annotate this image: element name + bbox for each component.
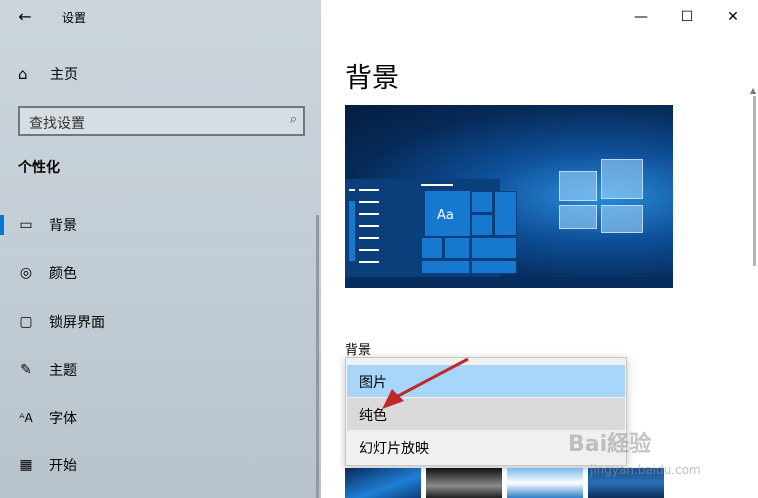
windows-logo-pane xyxy=(559,205,597,229)
search-input[interactable]: 查找设置 ⌕ xyxy=(18,106,305,136)
preview-menu-line xyxy=(359,201,379,203)
preview-menu-line xyxy=(359,237,379,239)
font-icon: ᴬA xyxy=(19,411,33,425)
sidebar-scrollbar[interactable] xyxy=(316,215,319,498)
watermark-logo: Bai経验 xyxy=(568,432,652,457)
sidebar-item-label: 开始 xyxy=(49,458,77,474)
home-icon: ⌂ xyxy=(18,65,28,83)
sidebar-item-label: 锁屏界面 xyxy=(49,315,105,331)
picture-icon: ▭ xyxy=(19,217,33,233)
preview-tile xyxy=(471,237,517,259)
preview-menu-line xyxy=(359,213,379,215)
preview-taskbar xyxy=(345,277,673,288)
section-title: 个性化 xyxy=(18,160,60,176)
sidebar-item-background[interactable]: ▭ 背景 xyxy=(0,209,318,241)
app-title: 设置 xyxy=(62,11,87,25)
thumbnail-image[interactable] xyxy=(345,468,421,498)
home-label: 主页 xyxy=(50,67,78,83)
preview-tile xyxy=(444,237,470,259)
theme-brush-icon: ✎ xyxy=(20,362,32,378)
sidebar-item-themes[interactable]: ✎ 主题 xyxy=(0,354,318,386)
sidebar-item-label: 字体 xyxy=(49,411,77,427)
sidebar-item-lock-screen[interactable]: ▢ 锁屏界面 xyxy=(0,306,318,338)
palette-icon: ◎ xyxy=(19,265,33,281)
sidebar-item-fonts[interactable]: ᴬA 字体 xyxy=(0,402,318,434)
main-scrollbar[interactable] xyxy=(753,96,756,266)
sidebar-item-label: 颜色 xyxy=(49,266,77,282)
home-link[interactable]: ⌂ 主页 xyxy=(18,63,78,85)
windows-logo-pane xyxy=(601,205,643,233)
titlebar-left: ← 设置 xyxy=(0,0,321,34)
search-placeholder: 查找设置 xyxy=(29,116,85,132)
page-title: 背景 xyxy=(345,63,399,94)
dropdown-option-picture[interactable]: 图片 xyxy=(347,365,625,397)
search-icon[interactable]: ⌕ xyxy=(290,112,297,127)
preview-tile xyxy=(421,237,443,259)
windows-logo-graphic xyxy=(559,157,645,233)
preview-tile xyxy=(471,191,493,213)
watermark-url: jingyan.baidu.com xyxy=(590,463,701,477)
preview-tile xyxy=(421,260,470,274)
start-grid-icon: ▦ xyxy=(19,457,33,473)
background-setting-label: 背景 xyxy=(345,343,372,358)
preview-menu-line xyxy=(349,189,355,191)
thumbnail-image[interactable] xyxy=(507,468,583,498)
close-icon[interactable]: ✕ xyxy=(713,4,753,30)
sidebar-item-label: 背景 xyxy=(49,218,77,234)
preview-menu-line xyxy=(421,184,453,186)
main-pane: — ☐ ✕ 背景 Aa 背景 图片 纯色 幻灯片放映 xyxy=(321,0,758,498)
sidebar-item-colors[interactable]: ◎ 颜色 xyxy=(0,257,318,289)
lock-screen-icon: ▢ xyxy=(19,314,33,330)
scroll-up-icon[interactable]: ▲ xyxy=(750,86,756,95)
windows-logo-pane xyxy=(601,159,643,199)
maximize-icon[interactable]: ☐ xyxy=(667,4,707,30)
preview-menu-line xyxy=(359,189,379,191)
sidebar: ← 设置 ⌂ 主页 查找设置 ⌕ 个性化 ▭ 背景 ◎ 颜色 ▢ 锁屏界面 ✎ … xyxy=(0,0,321,498)
back-arrow-icon[interactable]: ← xyxy=(14,7,36,27)
preview-menu-line xyxy=(359,225,379,227)
preview-menu-bar xyxy=(349,201,355,261)
thumbnail-image[interactable] xyxy=(426,468,502,498)
sidebar-item-label: 主题 xyxy=(49,363,77,379)
minimize-icon[interactable]: — xyxy=(621,4,661,30)
windows-logo-pane xyxy=(559,171,597,201)
preview-tile-aa: Aa xyxy=(425,191,470,236)
preview-menu-line xyxy=(359,261,379,263)
preview-tile xyxy=(471,214,493,236)
sidebar-item-start[interactable]: ▦ 开始 xyxy=(0,449,318,481)
preview-tile xyxy=(494,191,517,236)
preview-tile xyxy=(471,260,517,274)
background-preview: Aa xyxy=(345,105,673,288)
preview-menu-line xyxy=(359,249,379,251)
